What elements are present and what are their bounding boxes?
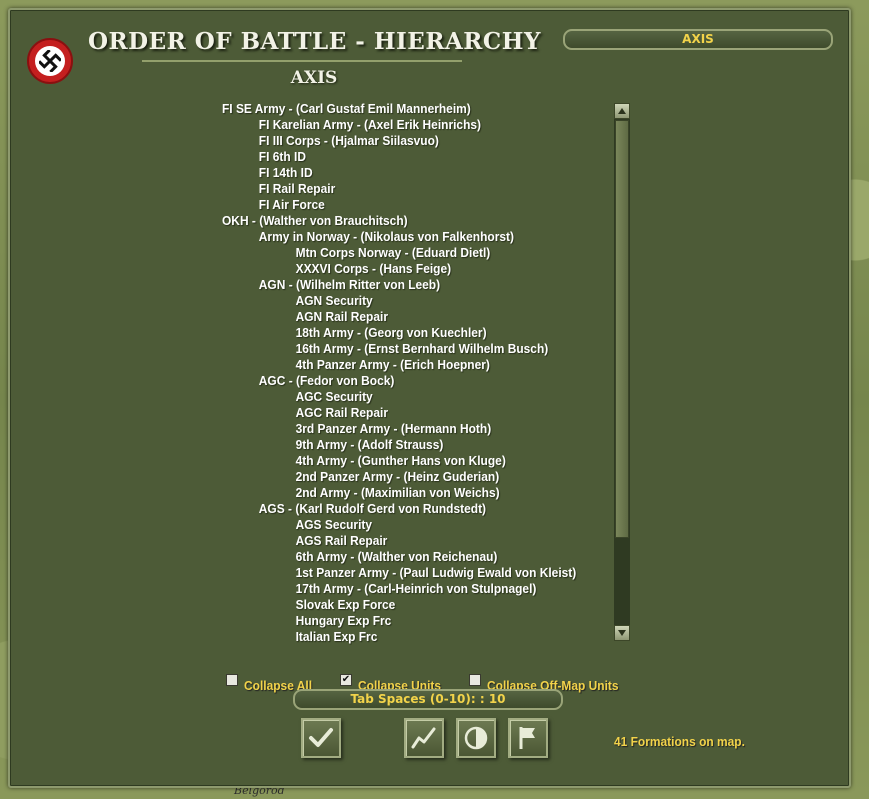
title-divider (142, 60, 462, 62)
hierarchy-item[interactable]: AGN - (Wilhelm Ritter von Leeb) (222, 277, 576, 293)
formations-count: 41 Formations on map. (614, 734, 745, 749)
hierarchy-item[interactable]: 3rd Panzer Army - (Hermann Hoth) (222, 421, 576, 437)
line-graph-icon (411, 727, 436, 749)
side-heading: AXIS (290, 68, 338, 88)
check-icon (309, 728, 333, 747)
tab-spaces-button[interactable]: Tab Spaces (0-10): : 10 (293, 689, 563, 710)
hierarchy-item[interactable]: AGS Rail Repair (222, 533, 576, 549)
hierarchy-item[interactable]: FI Karelian Army - (Axel Erik Heinrichs) (222, 117, 576, 133)
hierarchy-item[interactable]: 6th Army - (Walther von Reichenau) (222, 549, 576, 565)
hierarchy-item[interactable]: FI 14th ID (222, 165, 576, 181)
hierarchy-item[interactable]: 2nd Army - (Maximilian von Weichs) (222, 485, 576, 501)
hierarchy-item[interactable]: AGC Security (222, 389, 576, 405)
checkbox-box[interactable] (469, 673, 481, 686)
hierarchy-item[interactable]: AGN Security (222, 293, 576, 309)
arrow-down-icon (618, 630, 626, 636)
checkbox-box[interactable] (226, 673, 238, 686)
faction-emblem-icon (27, 38, 73, 84)
graph-button[interactable] (404, 718, 444, 758)
hierarchy-item[interactable]: 4th Panzer Army - (Erich Hoepner) (222, 357, 576, 373)
hierarchy-item[interactable]: FI 6th ID (222, 149, 576, 165)
hierarchy-item[interactable]: XXXVI Corps - (Hans Feige) (222, 261, 576, 277)
hierarchy-item[interactable]: OKH - (Walther von Brauchitsch) (222, 213, 576, 229)
hierarchy-item[interactable]: 18th Army - (Georg von Kuechler) (222, 325, 576, 341)
arrow-up-icon (618, 108, 626, 114)
hierarchy-item[interactable]: Italian Exp Frc (222, 629, 576, 645)
hierarchy-item[interactable]: 17th Army - (Carl-Heinrich von Stulpnage… (222, 581, 576, 597)
hierarchy-item[interactable]: AGS - (Karl Rudolf Gerd von Rundstedt) (222, 501, 576, 517)
scroll-down-button[interactable] (614, 625, 630, 641)
flag-icon (519, 727, 535, 749)
contrast-button[interactable] (456, 718, 496, 758)
side-selector-button[interactable]: AXIS (563, 29, 833, 50)
hierarchy-item[interactable]: AGC Rail Repair (222, 405, 576, 421)
hierarchy-item[interactable]: FI Air Force (222, 197, 576, 213)
hierarchy-item[interactable]: AGN Rail Repair (222, 309, 576, 325)
half-circle-icon (464, 726, 488, 750)
hierarchy-item[interactable]: 1st Panzer Army - (Paul Ludwig Ewald von… (222, 565, 577, 581)
hierarchy-item[interactable]: Hungary Exp Frc (222, 613, 576, 629)
hierarchy-item[interactable]: AGS Security (222, 517, 576, 533)
hierarchy-item[interactable]: 16th Army - (Ernst Bernhard Wilhelm Busc… (222, 341, 576, 357)
hierarchy-item[interactable]: Army in Norway - (Nikolaus von Falkenhor… (222, 229, 576, 245)
hierarchy-item[interactable]: FI SE Army - (Carl Gustaf Emil Mannerhei… (222, 101, 576, 117)
dialog-title: ORDER OF BATTLE - HIERARCHY (88, 28, 541, 55)
hierarchy-item[interactable]: FI III Corps - (Hjalmar Siilasvuo) (222, 133, 576, 149)
scroll-up-button[interactable] (614, 103, 630, 119)
hierarchy-item[interactable]: 2nd Panzer Army - (Heinz Guderian) (222, 469, 576, 485)
flag-button[interactable] (508, 718, 548, 758)
hierarchy-item[interactable]: Slovak Exp Force (222, 597, 576, 613)
hierarchy-item[interactable]: FI Rail Repair (222, 181, 576, 197)
hierarchy-item[interactable]: 9th Army - (Adolf Strauss) (222, 437, 576, 453)
hierarchy-item[interactable]: 4th Army - (Gunther Hans von Kluge) (222, 453, 576, 469)
confirm-button[interactable] (301, 718, 341, 758)
scrollbar-thumb[interactable] (615, 120, 629, 538)
hierarchy-item[interactable]: Mtn Corps Norway - (Eduard Dietl) (222, 245, 576, 261)
checkbox-box[interactable]: ✔ (340, 673, 352, 686)
hierarchy-item[interactable]: AGC - (Fedor von Bock) (222, 373, 576, 389)
hierarchy-list[interactable]: FI SE Army - (Carl Gustaf Emil Mannerhei… (222, 101, 607, 646)
